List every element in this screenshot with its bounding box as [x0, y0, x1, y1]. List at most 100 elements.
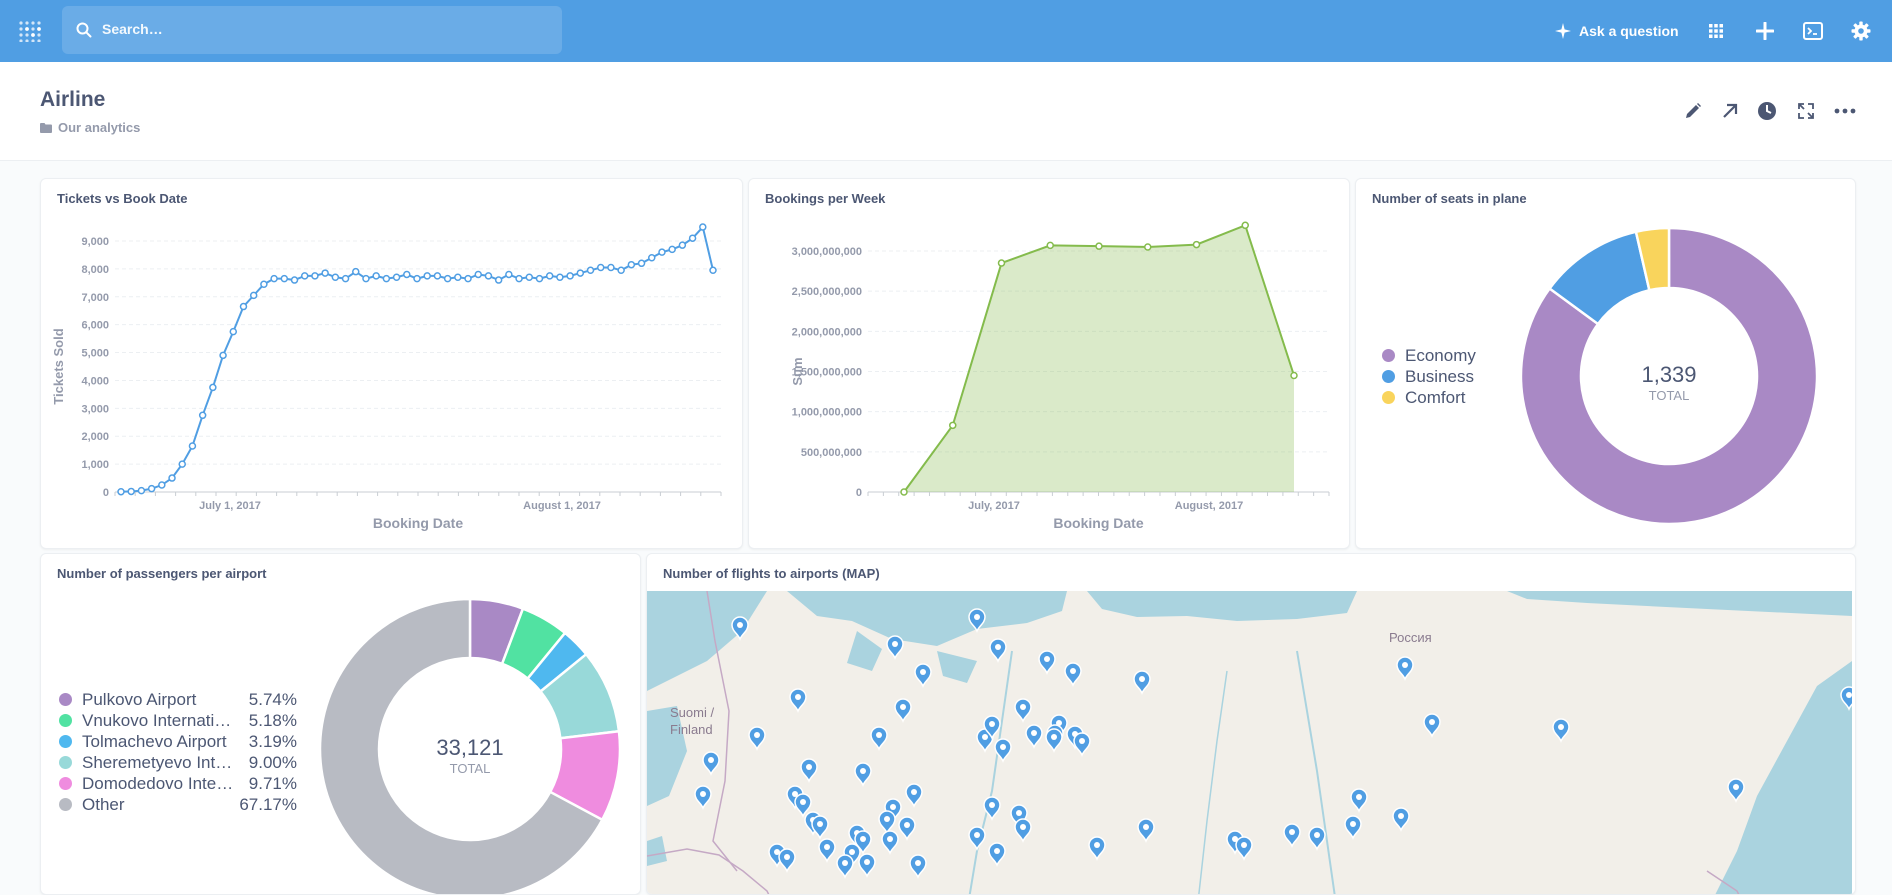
data-point[interactable]: [484, 272, 493, 280]
data-point[interactable]: [1144, 243, 1152, 251]
map-pin-icon[interactable]: [1423, 713, 1441, 739]
plus-icon[interactable]: [1753, 19, 1777, 43]
data-point[interactable]: [423, 272, 431, 280]
map-pin-icon[interactable]: [1025, 724, 1043, 750]
ask-question-button[interactable]: Ask a question: [1555, 20, 1679, 42]
data-point[interactable]: [464, 274, 472, 283]
map-pin-icon[interactable]: [858, 853, 876, 879]
data-point[interactable]: [403, 270, 411, 279]
map-pin-icon[interactable]: [694, 785, 712, 811]
map-pin-icon[interactable]: [905, 783, 923, 809]
map-pin-icon[interactable]: [1088, 836, 1106, 862]
data-point[interactable]: [699, 223, 707, 231]
card-flights-map[interactable]: Number of flights to airports (MAP) Росс…: [646, 553, 1856, 895]
map-pin-icon[interactable]: [1133, 670, 1151, 696]
map-pin-icon[interactable]: [854, 762, 872, 788]
map-pin-icon[interactable]: [881, 830, 899, 856]
data-point[interactable]: [209, 383, 217, 392]
data-point[interactable]: [997, 259, 1006, 267]
map-pin-icon[interactable]: [800, 758, 818, 784]
map-pin-icon[interactable]: [818, 838, 836, 864]
data-point[interactable]: [260, 280, 268, 288]
data-point[interactable]: [117, 487, 125, 496]
data-point[interactable]: [178, 460, 186, 468]
browse-grid-icon[interactable]: [1704, 19, 1728, 43]
data-point[interactable]: [900, 488, 908, 496]
pencil-icon[interactable]: [1682, 100, 1704, 122]
map-pin-icon[interactable]: [1014, 818, 1032, 844]
data-point[interactable]: [249, 291, 258, 300]
data-point[interactable]: [372, 272, 380, 280]
map-pin-icon[interactable]: [748, 726, 766, 752]
history-clock-icon[interactable]: [1756, 100, 1778, 122]
data-point[interactable]: [515, 274, 523, 283]
data-point[interactable]: [949, 421, 957, 430]
map-pin-icon[interactable]: [1064, 662, 1082, 688]
pin-map[interactable]: Россия Suomi / Finland: [647, 591, 1852, 895]
data-point[interactable]: [229, 327, 238, 336]
fullscreen-icon[interactable]: [1795, 100, 1817, 122]
data-point[interactable]: [219, 351, 227, 360]
data-point[interactable]: [454, 273, 462, 282]
map-pin-icon[interactable]: [1235, 836, 1253, 862]
data-point[interactable]: [1290, 371, 1298, 380]
data-point[interactable]: [505, 270, 513, 279]
card-passengers-per-airport[interactable]: Number of passengers per airport Pulkovo…: [40, 553, 641, 895]
data-point[interactable]: [556, 273, 564, 282]
collection-breadcrumb[interactable]: Our analytics: [40, 120, 140, 135]
data-point[interactable]: [596, 263, 605, 272]
data-point[interactable]: [352, 267, 360, 276]
map-pin-icon[interactable]: [988, 842, 1006, 868]
map-pin-icon[interactable]: [778, 848, 796, 874]
map-pin-icon[interactable]: [789, 688, 807, 714]
data-point[interactable]: [627, 260, 636, 269]
data-point[interactable]: [658, 248, 666, 256]
data-point[interactable]: [1046, 241, 1054, 250]
data-point[interactable]: [270, 274, 278, 283]
data-point[interactable]: [535, 274, 544, 283]
share-arrow-icon[interactable]: [1719, 100, 1741, 122]
data-point[interactable]: [1192, 240, 1201, 249]
data-point[interactable]: [392, 273, 401, 282]
data-point[interactable]: [678, 241, 687, 249]
map-pin-icon[interactable]: [1038, 650, 1056, 676]
map-pin-icon[interactable]: [886, 635, 904, 661]
map-pin-icon[interactable]: [878, 810, 896, 836]
map-pin-icon[interactable]: [1552, 718, 1570, 744]
data-point[interactable]: [607, 263, 615, 272]
data-point[interactable]: [158, 481, 166, 489]
data-point[interactable]: [188, 442, 197, 450]
map-pin-icon[interactable]: [1396, 656, 1414, 682]
data-point[interactable]: [1241, 221, 1249, 230]
map-pin-icon[interactable]: [1308, 826, 1326, 852]
map-pin-icon[interactable]: [989, 638, 1007, 664]
data-point[interactable]: [648, 253, 656, 262]
map-pin-icon[interactable]: [914, 663, 932, 689]
data-point[interactable]: [474, 270, 482, 279]
data-point[interactable]: [168, 474, 176, 482]
map-canvas[interactable]: Россия Suomi / Finland: [647, 591, 1852, 895]
map-pin-icon[interactable]: [1014, 698, 1032, 724]
card-seats-in-plane[interactable]: Number of seats in plane Economy Business…: [1355, 178, 1856, 549]
map-pin-icon[interactable]: [702, 751, 720, 777]
card-bookings-per-week[interactable]: Bookings per Week 0 500,000,000 1,000,000,…: [748, 178, 1350, 549]
map-pin-icon[interactable]: [968, 826, 986, 852]
data-point[interactable]: [688, 234, 697, 242]
data-point[interactable]: [668, 245, 676, 254]
map-pin-icon[interactable]: [1283, 823, 1301, 849]
data-point[interactable]: [300, 272, 309, 280]
map-pin-icon[interactable]: [1350, 788, 1368, 814]
map-pin-icon[interactable]: [1344, 815, 1362, 841]
map-pin-icon[interactable]: [836, 854, 854, 880]
data-point[interactable]: [586, 266, 595, 275]
data-point[interactable]: [617, 266, 625, 275]
data-point[interactable]: [545, 272, 554, 280]
data-point[interactable]: [198, 411, 207, 420]
data-point[interactable]: [321, 269, 329, 277]
data-point[interactable]: [433, 272, 442, 280]
data-point[interactable]: [1095, 242, 1103, 250]
search-input[interactable]: Search…: [62, 6, 562, 54]
metabase-logo-icon[interactable]: [18, 20, 42, 43]
data-point[interactable]: [362, 274, 370, 283]
map-pin-icon[interactable]: [1045, 728, 1063, 754]
